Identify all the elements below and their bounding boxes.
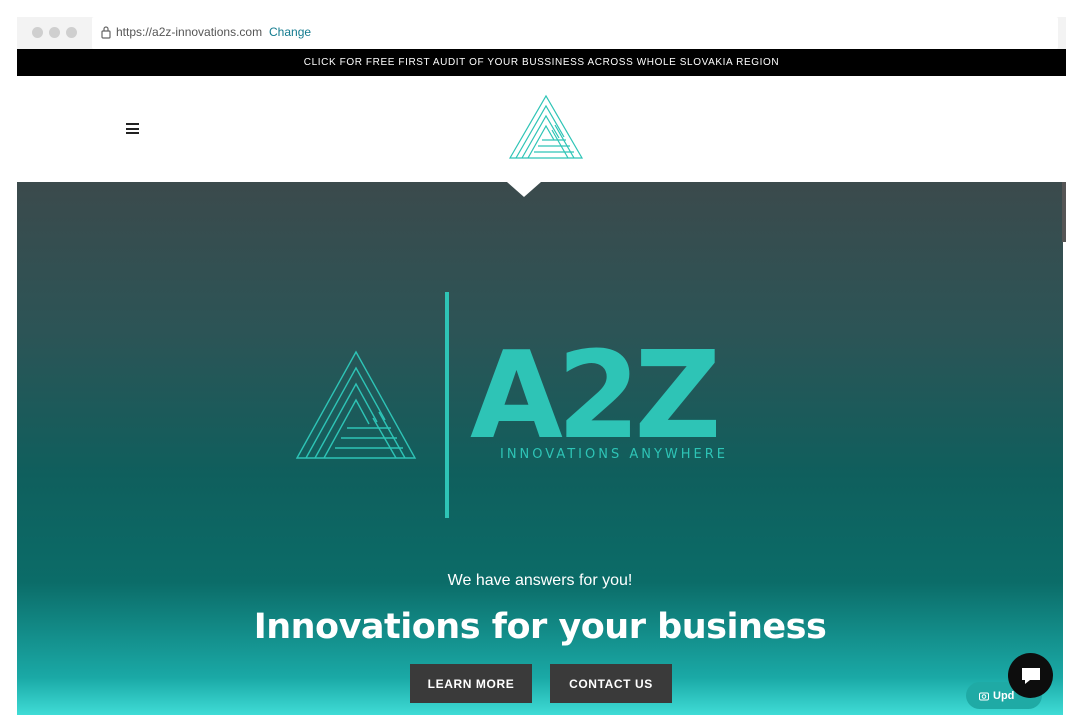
- logo-subtitle: INNOVATIONS ANYWHERE: [500, 447, 728, 462]
- promo-banner[interactable]: CLICK FOR FREE FIRST AUDIT OF YOUR BUSSI…: [17, 49, 1066, 76]
- a2z-brand-logo: A2Z INNOVATIONS ANYWHERE: [295, 292, 728, 518]
- promo-banner-text[interactable]: CLICK FOR FREE FIRST AUDIT OF YOUR BUSSI…: [304, 57, 779, 68]
- triangle-logo-icon[interactable]: [508, 94, 584, 160]
- update-label: Upd: [993, 689, 1015, 702]
- site-header: [17, 76, 1063, 182]
- hero-headline: Innovations for your business: [253, 607, 827, 647]
- learn-more-label: LEARN MORE: [427, 676, 515, 691]
- window-zoom-dot[interactable]: [66, 27, 77, 38]
- page-scrollbar[interactable]: [1062, 182, 1066, 242]
- address-bar[interactable]: https://a2z-innovations.com Change: [92, 17, 1058, 49]
- hero-tagline: We have answers for you!: [447, 572, 633, 589]
- hamburger-icon[interactable]: [126, 123, 139, 134]
- contact-us-label: CONTACT US: [569, 676, 653, 691]
- chat-button[interactable]: [1008, 653, 1053, 698]
- lock-icon: [101, 26, 111, 39]
- camera-icon: [979, 692, 989, 700]
- header-notch: [507, 182, 541, 197]
- change-link[interactable]: Change: [269, 25, 311, 39]
- window-close-dot[interactable]: [32, 27, 43, 38]
- chat-bubble-icon: [1021, 667, 1040, 684]
- contact-us-button[interactable]: CONTACT US: [550, 664, 672, 703]
- url-text[interactable]: https://a2z-innovations.com: [116, 25, 262, 39]
- browser-toolbar: https://a2z-innovations.com Change: [17, 17, 1066, 49]
- window-minimize-dot[interactable]: [49, 27, 60, 38]
- hero-section: A2Z INNOVATIONS ANYWHERE We have answers…: [17, 182, 1063, 715]
- logo-wordmark: A2Z: [470, 327, 716, 466]
- learn-more-button[interactable]: LEARN MORE: [410, 664, 532, 703]
